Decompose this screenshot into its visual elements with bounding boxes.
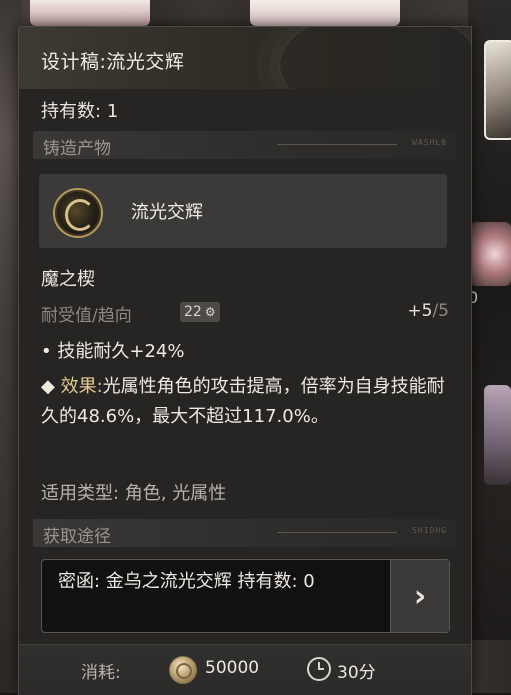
bullet-dot-icon: •: [41, 341, 52, 362]
item-tooltip-panel: 设计稿:流光交辉 持有数: 1 铸造产物 WASHLB 流光交辉 魔之楔 耐受值…: [18, 26, 472, 695]
product-card[interactable]: 流光交辉: [39, 174, 447, 248]
tooltip-header: 设计稿:流光交辉: [19, 27, 471, 89]
section-product-label: 铸造产物: [43, 139, 111, 159]
applicable-types: 适用类型: 角色, 光属性: [41, 483, 227, 504]
owned-count: 持有数: 1: [41, 97, 118, 123]
stat-value: +5/5: [407, 301, 449, 321]
section-deco-text: WASHLB: [412, 138, 447, 147]
coin-icon: [169, 656, 197, 684]
gear-icon: ⚙: [204, 305, 216, 319]
item-title: 设计稿:流光交辉: [41, 51, 185, 73]
section-route-header: 获取途径 SHIDHG: [33, 519, 457, 547]
background-item-tile[interactable]: [484, 40, 511, 140]
stat-value-current: +5: [407, 301, 433, 321]
stat-badge: 22 ⚙: [180, 302, 220, 322]
stat-badge-value: 22: [184, 304, 202, 320]
cost-amount: 50000: [205, 658, 260, 678]
stat-row: 耐受值/趋向 22 ⚙ +5/5: [41, 301, 449, 326]
chevron-right-icon[interactable]: ›: [390, 560, 449, 632]
section-deco-text: SHIDHG: [412, 526, 447, 535]
background-item-tile[interactable]: [470, 222, 511, 286]
effect-description: ◆ 效果:光属性角色的攻击提高，倍率为自身技能耐久的48.6%，最大不超过117…: [41, 372, 446, 432]
background-item-tile[interactable]: [484, 385, 511, 485]
header-decoration: [279, 27, 471, 89]
cost-footer: 消耗: 50000 30分: [19, 644, 471, 695]
owned-value: 1: [106, 101, 119, 122]
section-route-label: 获取途径: [43, 527, 111, 547]
bonus-line: • 技能耐久+24%: [41, 337, 184, 367]
cost-label: 消耗:: [81, 663, 121, 683]
owned-label: 持有数:: [41, 101, 102, 122]
section-product-header: 铸造产物 WASHLB: [33, 131, 457, 159]
cost-time: 30分: [337, 663, 376, 683]
diamond-bullet-icon: ◆: [41, 376, 55, 397]
background-card: [30, 0, 150, 26]
bonus-text: 技能耐久+24%: [57, 341, 185, 362]
effect-prefix: 效果:: [60, 376, 103, 397]
background-card: [250, 0, 400, 26]
acquisition-route-card[interactable]: 密函: 金乌之流光交辉 持有数: 0 ›: [41, 559, 450, 633]
section-divider: [277, 144, 397, 145]
stat-value-max: /5: [432, 301, 449, 321]
clock-icon: [307, 657, 331, 681]
medal-icon: [53, 188, 103, 238]
product-name: 流光交辉: [131, 202, 203, 223]
section-divider: [277, 532, 397, 533]
route-text: 密函: 金乌之流光交辉 持有数: 0: [58, 571, 315, 592]
stat-label: 耐受值/趋向: [41, 306, 132, 326]
module-name: 魔之楔: [41, 269, 95, 290]
